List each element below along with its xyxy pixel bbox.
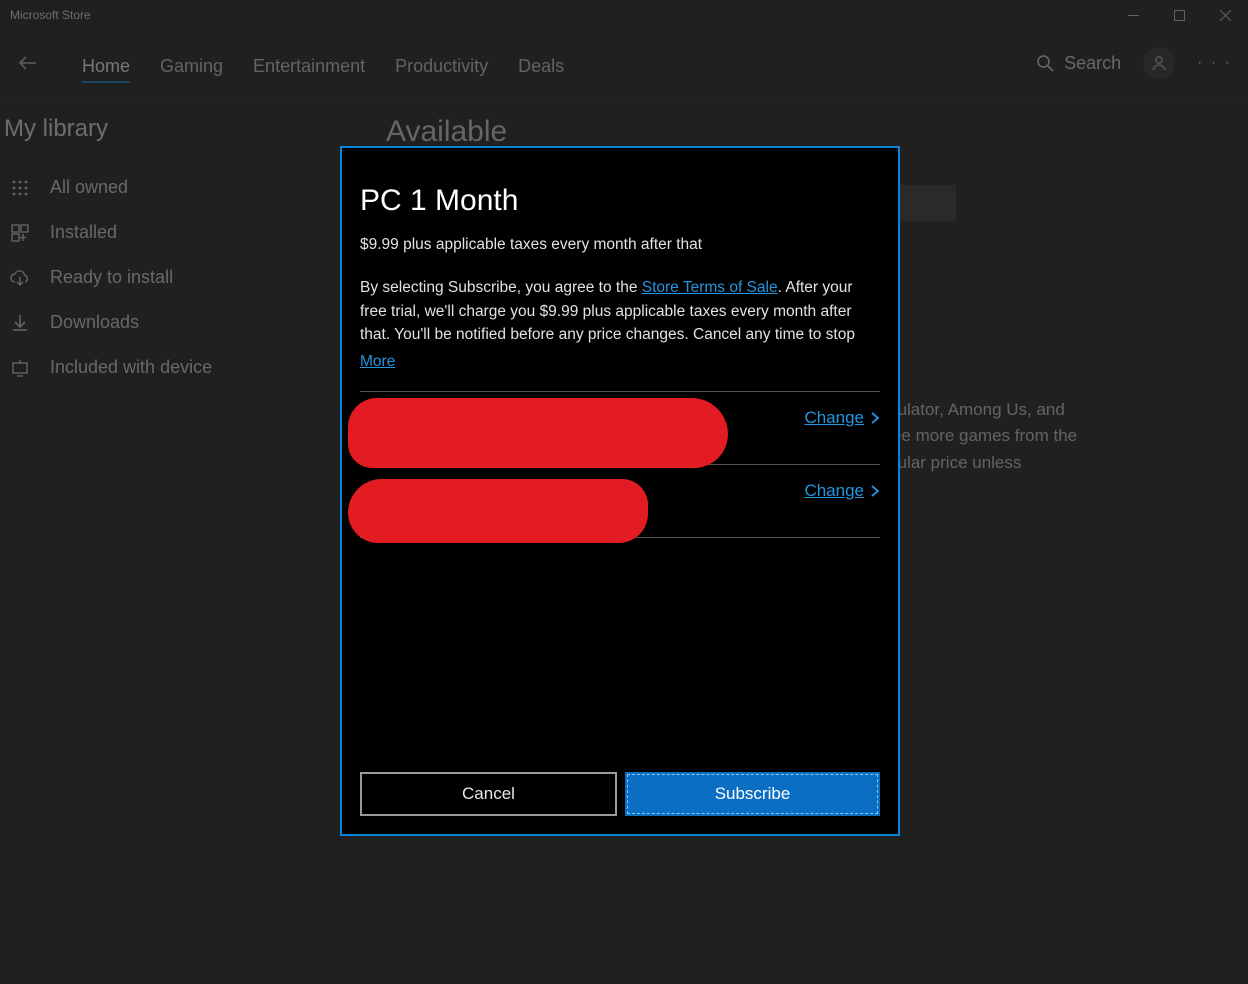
page-heading: Available [386, 115, 1248, 149]
sidebar: My library All owned Installed Ready to … [0, 97, 282, 984]
more-button[interactable]: · · · [1197, 54, 1232, 72]
installed-icon [8, 224, 32, 242]
cloud-download-icon [8, 269, 32, 287]
change-payment-link[interactable]: Change [804, 481, 880, 501]
subscribe-button[interactable]: Subscribe [625, 772, 880, 816]
modal-title: PC 1 Month [360, 184, 880, 218]
sidebar-item-installed[interactable]: Installed [2, 210, 282, 255]
sidebar-item-label: Installed [50, 222, 117, 243]
search-label: Search [1064, 53, 1121, 74]
sidebar-item-all-owned[interactable]: All owned [2, 165, 282, 210]
grid-icon [8, 179, 32, 197]
sidebar-item-label: Downloads [50, 312, 139, 333]
chevron-right-icon [870, 411, 880, 425]
cancel-button[interactable]: Cancel [360, 772, 617, 816]
sidebar-item-label: Ready to install [50, 267, 173, 288]
payment-row-method: Change [360, 465, 880, 538]
minimize-button[interactable] [1110, 0, 1156, 30]
nav-tab-gaming[interactable]: Gaming [160, 36, 223, 91]
maximize-button[interactable] [1156, 0, 1202, 30]
close-button[interactable] [1202, 0, 1248, 30]
search-button[interactable]: Search [1036, 53, 1121, 74]
modal-buttons: Cancel Subscribe [360, 772, 880, 816]
modal-subtitle: $9.99 plus applicable taxes every month … [360, 236, 880, 254]
more-link[interactable]: More [360, 353, 395, 370]
chevron-right-icon [870, 484, 880, 498]
nav-right: Search · · · [1036, 47, 1238, 79]
sidebar-item-downloads[interactable]: Downloads [2, 300, 282, 345]
change-account-link[interactable]: Change [804, 408, 880, 428]
nav-tab-productivity[interactable]: Productivity [395, 36, 488, 91]
titlebar: Microsoft Store [0, 0, 1248, 30]
window-title: Microsoft Store [10, 8, 91, 22]
device-icon [8, 359, 32, 377]
window-controls [1110, 0, 1248, 30]
terms-of-sale-link[interactable]: Store Terms of Sale [642, 279, 778, 296]
redaction-mark [348, 479, 648, 543]
download-icon [8, 314, 32, 332]
payment-row-account: Change [360, 392, 880, 465]
navbar: Home Gaming Entertainment Productivity D… [0, 30, 1248, 97]
nav-tabs: Home Gaming Entertainment Productivity D… [82, 36, 564, 91]
nav-tab-home[interactable]: Home [82, 36, 130, 91]
sidebar-item-label: Included with device [50, 357, 212, 378]
modal-terms: By selecting Subscribe, you agree to the… [360, 276, 880, 347]
back-button[interactable] [10, 53, 46, 73]
sidebar-item-ready-to-install[interactable]: Ready to install [2, 255, 282, 300]
person-icon [1150, 54, 1168, 72]
subscribe-modal: PC 1 Month $9.99 plus applicable taxes e… [340, 146, 900, 836]
account-button[interactable] [1143, 47, 1175, 79]
nav-tab-deals[interactable]: Deals [518, 36, 564, 91]
search-icon [1036, 54, 1054, 72]
redaction-mark [348, 398, 728, 468]
sidebar-item-label: All owned [50, 177, 128, 198]
sidebar-heading: My library [4, 115, 282, 143]
sidebar-item-included-with-device[interactable]: Included with device [2, 345, 282, 390]
nav-tab-entertainment[interactable]: Entertainment [253, 36, 365, 91]
